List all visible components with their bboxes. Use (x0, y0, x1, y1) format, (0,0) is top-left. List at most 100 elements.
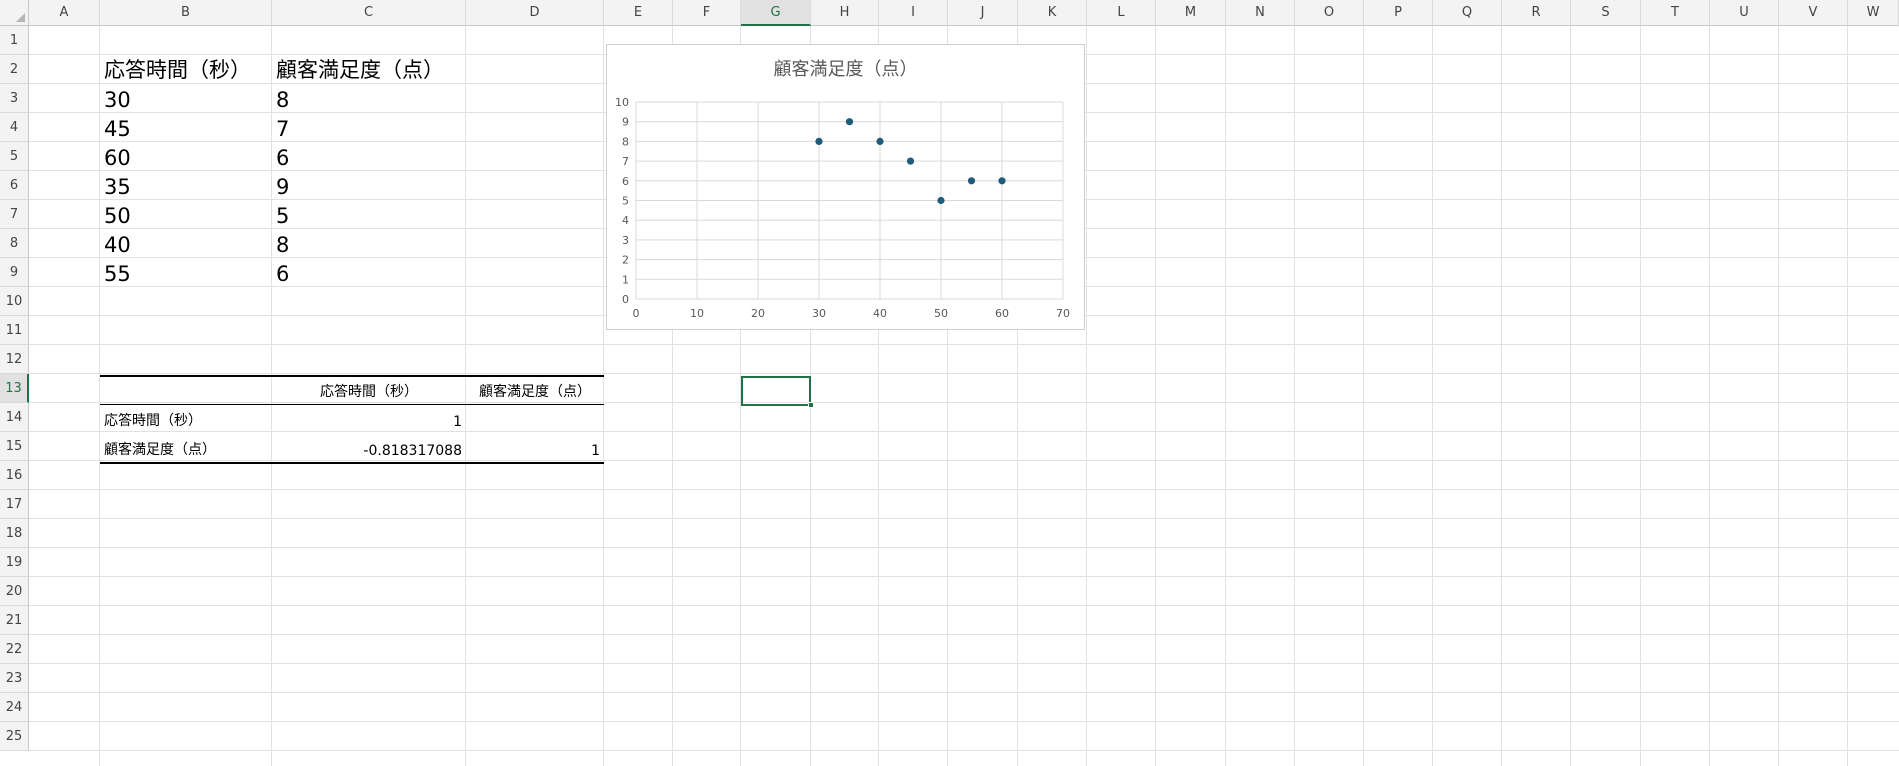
column-header-A[interactable]: A (29, 0, 100, 26)
cell-response-time[interactable]: 30 (100, 84, 272, 113)
x-tick-label: 30 (812, 307, 826, 320)
y-tick-label: 8 (622, 135, 629, 148)
column-header-Q[interactable]: Q (1433, 0, 1502, 26)
grid-hline (29, 750, 1899, 751)
header-satisfaction[interactable]: 顧客満足度（点） (272, 56, 466, 85)
row-header-21[interactable]: 21 (0, 606, 29, 635)
corr-row-label-satisfaction[interactable]: 顧客満足度（点） (100, 434, 272, 463)
y-tick-label: 7 (622, 155, 629, 168)
cell-satisfaction[interactable]: 9 (272, 171, 466, 200)
row-header-22[interactable]: 22 (0, 635, 29, 664)
row-header-16[interactable]: 16 (0, 461, 29, 490)
data-point (967, 177, 976, 185)
column-header-O[interactable]: O (1295, 0, 1364, 26)
column-header-D[interactable]: D (466, 0, 604, 26)
spreadsheet[interactable]: ABCDEFGHIJKLMNOPQRSTUVW 1 2 3 4 5 6 7 8 9 10 11 12 1… (0, 0, 1899, 766)
grid-vline (1778, 26, 1779, 766)
cell-satisfaction[interactable]: 7 (272, 113, 466, 142)
column-header-P[interactable]: P (1364, 0, 1433, 26)
cell-satisfaction[interactable]: 6 (272, 258, 466, 287)
row-header-3[interactable]: 3 (0, 84, 29, 113)
y-tick-label: 0 (622, 293, 629, 306)
corr-row-label-response-time[interactable]: 応答時間（秒） (100, 405, 272, 434)
row-header-4[interactable]: 4 (0, 113, 29, 142)
grid-vline (1847, 26, 1848, 766)
column-header-E[interactable]: E (604, 0, 673, 26)
column-header-F[interactable]: F (673, 0, 741, 26)
corr-header-border (100, 404, 604, 405)
x-tick-label: 10 (690, 307, 704, 320)
column-header-N[interactable]: N (1226, 0, 1295, 26)
cell-satisfaction[interactable]: 8 (272, 84, 466, 113)
column-header-S[interactable]: S (1571, 0, 1641, 26)
column-header-L[interactable]: L (1087, 0, 1156, 26)
row-header-10[interactable]: 10 (0, 287, 29, 316)
select-all-button[interactable] (0, 0, 29, 26)
column-header-R[interactable]: R (1502, 0, 1571, 26)
column-header-B[interactable]: B (100, 0, 272, 26)
fill-handle[interactable] (808, 402, 814, 408)
row-header-12[interactable]: 12 (0, 345, 29, 374)
grid-hline (29, 547, 1899, 548)
cell-response-time[interactable]: 35 (100, 171, 272, 200)
column-header-W[interactable]: W (1848, 0, 1899, 26)
column-header-V[interactable]: V (1779, 0, 1848, 26)
corr-header-response-time[interactable]: 応答時間（秒） (272, 376, 466, 405)
corr-value-2-2[interactable]: 1 (466, 434, 604, 463)
corr-bottom-border (100, 462, 604, 464)
column-header-T[interactable]: T (1641, 0, 1710, 26)
column-header-M[interactable]: M (1156, 0, 1226, 26)
row-header-5[interactable]: 5 (0, 142, 29, 171)
row-header-8[interactable]: 8 (0, 229, 29, 258)
cell-satisfaction[interactable]: 8 (272, 229, 466, 258)
row-header-23[interactable]: 23 (0, 664, 29, 693)
column-header-H[interactable]: H (811, 0, 879, 26)
column-header-J[interactable]: J (948, 0, 1018, 26)
corr-header-satisfaction[interactable]: 顧客満足度（点） (466, 376, 604, 405)
row-header-6[interactable]: 6 (0, 171, 29, 200)
row-header-1[interactable]: 1 (0, 26, 29, 55)
grid-vline (1155, 26, 1156, 766)
cell-response-time[interactable]: 45 (100, 113, 272, 142)
row-header-9[interactable]: 9 (0, 258, 29, 287)
row-header-24[interactable]: 24 (0, 693, 29, 722)
chart-plot: 0 1 2 3 4 5 6 7 8 9 10 0 10 20 30 40 50 60 70 (615, 96, 1070, 320)
data-point (998, 177, 1006, 185)
grid-vline (1432, 26, 1433, 766)
cell-response-time[interactable]: 60 (100, 142, 272, 171)
active-cell-g13[interactable] (741, 376, 811, 406)
cell-satisfaction[interactable]: 5 (272, 200, 466, 229)
row-header-18[interactable]: 18 (0, 519, 29, 548)
data-point (845, 118, 854, 126)
row-header-14[interactable]: 14 (0, 403, 29, 432)
row-header-19[interactable]: 19 (0, 548, 29, 577)
grid-hline (29, 489, 1899, 490)
corr-value-2-1[interactable]: -0.818317088 (272, 434, 466, 463)
cell-response-time[interactable]: 50 (100, 200, 272, 229)
column-header-K[interactable]: K (1018, 0, 1087, 26)
row-header-7[interactable]: 7 (0, 200, 29, 229)
grid-vline (1501, 26, 1502, 766)
grid-vline (1225, 26, 1226, 766)
cell-response-time[interactable]: 40 (100, 229, 272, 258)
x-tick-label: 60 (995, 307, 1009, 320)
corr-value-1-1[interactable]: 1 (272, 405, 466, 434)
column-header-I[interactable]: I (879, 0, 948, 26)
grid-vline (1570, 26, 1571, 766)
scatter-chart[interactable]: 顧客満足度（点） 0 1 2 3 4 5 6 7 8 9 10 0 10 20 30 40 50 60 70 (606, 44, 1085, 330)
row-header-11[interactable]: 11 (0, 316, 29, 345)
cell-satisfaction[interactable]: 6 (272, 142, 466, 171)
row-header-15[interactable]: 15 (0, 432, 29, 461)
row-header-20[interactable]: 20 (0, 577, 29, 606)
cell-response-time[interactable]: 55 (100, 258, 272, 287)
column-header-U[interactable]: U (1710, 0, 1779, 26)
grid-hline (29, 576, 1899, 577)
row-header-25[interactable]: 25 (0, 722, 29, 751)
row-header-13[interactable]: 13 (0, 374, 29, 403)
row-header-17[interactable]: 17 (0, 490, 29, 519)
column-header-G[interactable]: G (741, 0, 811, 26)
row-header-2[interactable]: 2 (0, 55, 29, 84)
column-header-C[interactable]: C (272, 0, 466, 26)
header-response-time[interactable]: 応答時間（秒） (100, 56, 272, 85)
y-tick-label: 5 (622, 195, 629, 208)
